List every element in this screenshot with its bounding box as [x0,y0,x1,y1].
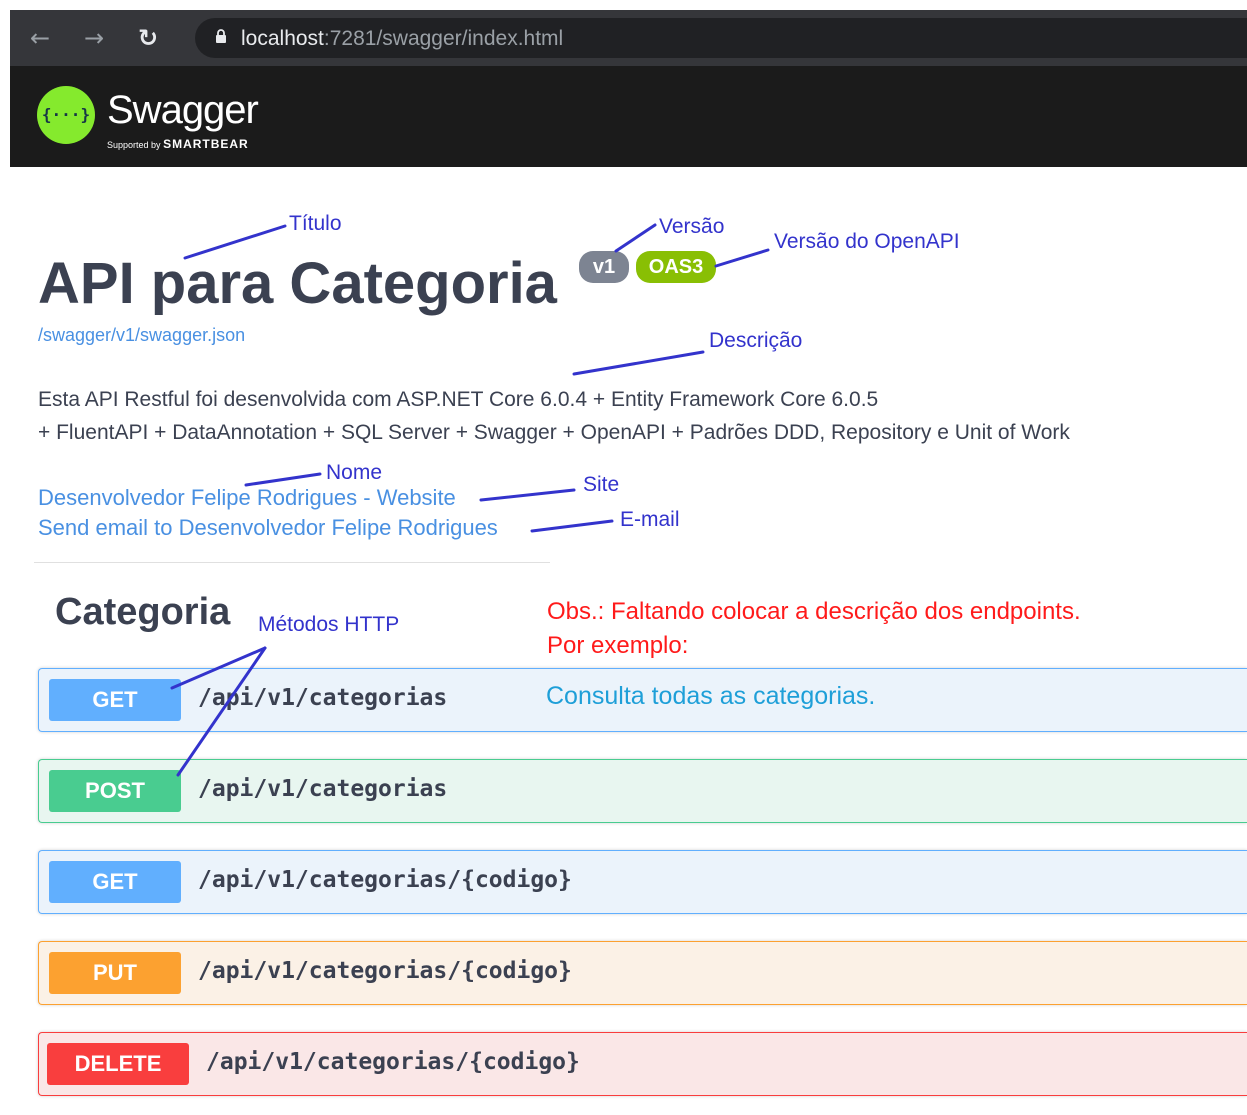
tag-categoria-title[interactable]: Categoria [55,591,230,634]
operation-path: /api/v1/categorias/{codigo} [206,1049,580,1075]
operation-get-categoria-codigo[interactable]: GET /api/v1/categorias/{codigo} [38,850,1247,914]
browser-toolbar: ← → ↻ localhost:7281/swagger/index.html [10,10,1247,66]
annotation-consulta: Consulta todas as categorias. [546,682,876,710]
url-path: :7281/swagger/index.html [323,27,564,50]
api-description: Esta API Restful foi desenvolvida com AS… [38,383,1070,449]
arrow-right-icon[interactable]: → [80,24,108,52]
operation-path: /api/v1/categorias [198,685,448,711]
annotation-site: Site [583,473,620,496]
annotation-versao: Versão [659,215,725,238]
annotation-line-site [479,488,576,502]
description-line-1: Esta API Restful foi desenvolvida com AS… [38,388,879,411]
arrow-left-icon[interactable]: ← [26,24,54,52]
annotation-nome: Nome [326,461,383,484]
url-host: localhost [241,27,324,50]
method-badge: DELETE [47,1043,189,1085]
method-badge: POST [49,770,181,812]
info-divider [34,562,550,563]
annotation-titulo: Título [289,212,342,235]
annotation-line-descricao [572,350,705,376]
annotation-descricao: Descrição [709,329,803,352]
operation-post-categorias[interactable]: POST /api/v1/categorias [38,759,1247,823]
operation-path: /api/v1/categorias/{codigo} [198,867,572,893]
annotation-line-versao-openapi [714,248,770,268]
swagger-brand[interactable]: Swagger [107,88,259,133]
reload-icon[interactable]: ↻ [134,24,162,52]
operation-put-categoria-codigo[interactable]: PUT /api/v1/categorias/{codigo} [38,941,1247,1005]
annotation-metodos-http: Métodos HTTP [258,613,400,636]
smartbear-tagline: Supported by SMARTBEAR [107,137,249,151]
lock-icon [216,29,226,43]
url-text: localhost:7281/swagger/index.html [241,27,563,51]
annotation-obs-line-2: Por exemplo: [547,632,689,659]
annotation-obs-line-1: Obs.: Faltando colocar a descrição dos e… [547,598,1081,625]
smartbear-name: SMARTBEAR [163,137,249,151]
operation-delete-categoria-codigo[interactable]: DELETE /api/v1/categorias/{codigo} [38,1032,1247,1096]
description-line-2: + FluentAPI + DataAnnotation + SQL Serve… [38,421,1070,444]
operation-path: /api/v1/categorias/{codigo} [198,958,572,984]
swagger-logo-icon[interactable]: {···} [37,86,95,144]
spec-url-link[interactable]: /swagger/v1/swagger.json [38,325,245,346]
annotation-versao-openapi: Versão do OpenAPI [774,230,960,253]
contact-email-link[interactable]: Send email to Desenvolvedor Felipe Rodri… [38,515,498,541]
method-badge: GET [49,861,181,903]
annotation-line-versao [614,223,657,253]
annotation-line-email [530,519,614,533]
api-title: API para Categoria [38,251,557,316]
address-bar[interactable]: localhost:7281/swagger/index.html [195,18,1247,58]
supported-by-text: Supported by [107,140,161,150]
contact-website-link[interactable]: Desenvolvedor Felipe Rodrigues - Website [38,485,456,511]
method-badge: PUT [49,952,181,994]
method-badge: GET [49,679,181,721]
annotation-line-nome [244,472,322,487]
oas-badge: OAS3 [636,251,716,283]
version-badge: v1 [579,251,629,283]
annotation-email: E-mail [620,508,680,531]
swagger-topbar: {···} Swagger Supported by SMARTBEAR [10,66,1247,167]
operation-path: /api/v1/categorias [198,776,448,802]
